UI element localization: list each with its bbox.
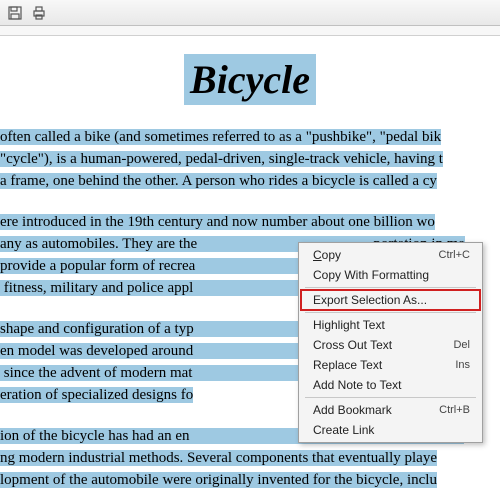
selected-text: ng modern industrial methods. Several co… [0,450,437,466]
selected-text: often called a bike (and sometimes refer… [0,129,441,145]
menu-label: Highlight Text [313,318,385,332]
sub-toolbar [0,26,500,36]
save-button[interactable] [6,4,24,22]
context-menu: Copy Ctrl+C Copy With Formatting Export … [298,242,483,443]
menu-highlight-text[interactable]: Highlight Text [301,315,480,335]
selected-text: ere introduced in the 19th century and n… [0,214,435,230]
toolbar [0,0,500,26]
page-title: Bicycle [184,54,316,105]
menu-label: Add Bookmark [313,403,392,417]
menu-label: Create Link [313,423,374,437]
menu-cross-out[interactable]: Cross Out Text Del [301,335,480,355]
menu-separator [305,397,476,398]
menu-separator [305,312,476,313]
menu-add-bookmark[interactable]: Add Bookmark Ctrl+B [301,400,480,420]
menu-label: Copy [313,248,341,262]
menu-copy[interactable]: Copy Ctrl+C [301,245,480,265]
menu-export-selection[interactable]: Export Selection As... [300,289,481,311]
menu-shortcut: Ctrl+B [439,404,470,416]
selected-text: lopment of the automobile were originall… [0,472,437,488]
menu-shortcut: Del [453,339,470,351]
menu-shortcut: Ins [455,359,470,371]
menu-add-note[interactable]: Add Note to Text [301,375,480,395]
selected-text: "cycle"), is a human-powered, pedal-driv… [0,151,443,167]
menu-label: Cross Out Text [313,338,392,352]
menu-copy-formatting[interactable]: Copy With Formatting [301,265,480,285]
selected-text: eration of specialized designs fo [0,387,193,403]
menu-replace-text[interactable]: Replace Text Ins [301,355,480,375]
menu-label: Replace Text [313,358,382,372]
paragraph-1: often called a bike (and sometimes refer… [0,127,500,192]
menu-label: Export Selection As... [313,293,427,307]
menu-create-link[interactable]: Create Link [301,420,480,440]
save-icon [7,5,23,21]
menu-shortcut: Ctrl+C [439,249,470,261]
menu-separator [305,287,476,288]
menu-label: Add Note to Text [313,378,402,392]
menu-label: Copy With Formatting [313,268,429,282]
print-button[interactable] [30,4,48,22]
print-icon [31,5,47,21]
selected-text: a frame, one behind the other. A person … [0,173,437,189]
